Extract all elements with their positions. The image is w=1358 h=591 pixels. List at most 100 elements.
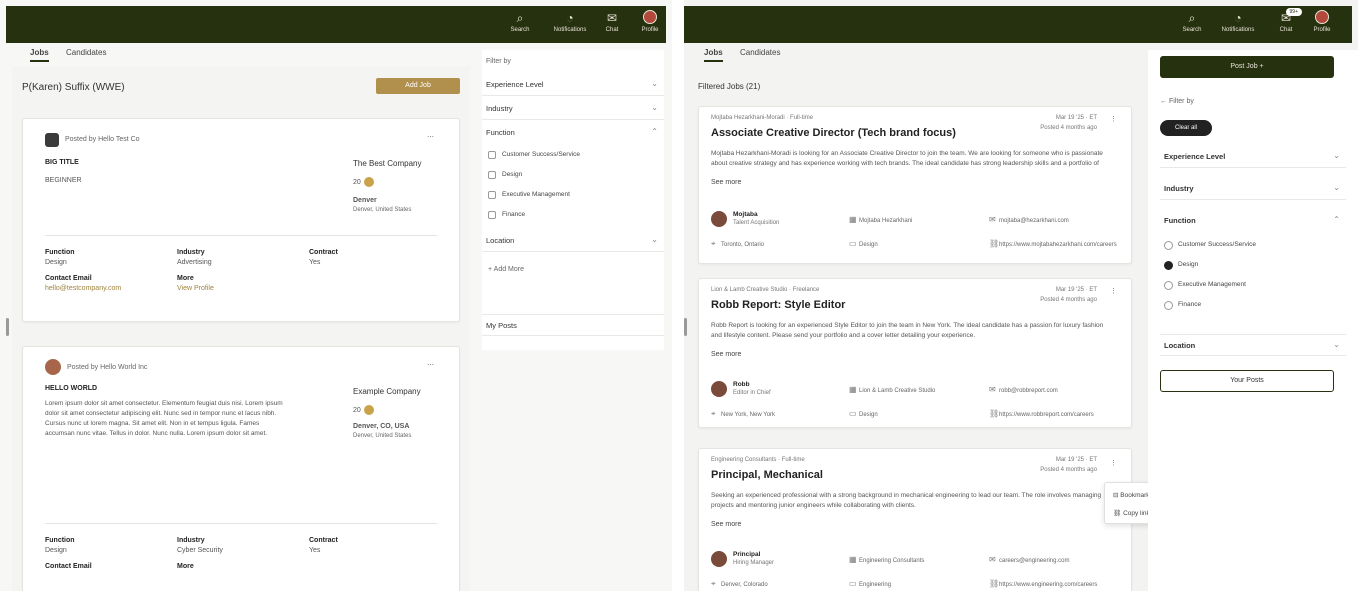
tab-bar: Jobs Candidates: [24, 46, 224, 64]
filter-function[interactable]: Function ⌃: [1160, 210, 1346, 232]
job-description: Robb Report is looking for an experience…: [711, 322, 1104, 339]
briefcase-icon: ▭: [849, 579, 857, 588]
menu-item-bookmark[interactable]: ⊟ Bookmark: [1113, 491, 1150, 499]
email-field[interactable]: ✉ robb@robbreport.com: [989, 385, 1058, 394]
email-field[interactable]: ✉ careers@engineering.com: [989, 555, 1069, 564]
resize-handle[interactable]: [6, 318, 9, 336]
map-pin-icon: ⌖: [711, 409, 716, 418]
job-description: Seeking an experienced professional with…: [711, 492, 1102, 509]
radio-button[interactable]: [1164, 261, 1173, 270]
job-card[interactable]: Posted by Hello Test Co ⋯ BIG TITLE BEGI…: [22, 118, 460, 322]
search-icon: ⌕: [1188, 11, 1196, 25]
checkbox[interactable]: [488, 211, 496, 219]
more-options-icon[interactable]: ⋮: [1110, 115, 1117, 123]
function-label: Function: [45, 537, 75, 544]
filter-function[interactable]: Function ⌃: [482, 122, 664, 144]
page-title: Filtered Jobs (21): [698, 82, 761, 91]
posted-by: Posted by Hello Test Co: [65, 136, 140, 143]
job-level: BEGINNER: [45, 177, 82, 184]
industry-label: Industry: [177, 537, 205, 544]
job-title[interactable]: Associate Creative Director (Tech brand …: [711, 127, 956, 139]
email-link[interactable]: hello@testcompany.com: [45, 285, 121, 292]
filter-industry[interactable]: Industry ⌄: [1160, 178, 1346, 200]
radio-button[interactable]: [1164, 241, 1173, 250]
function-label: Function: [45, 249, 75, 256]
location-detail: Denver, United States: [353, 433, 412, 439]
divider: [45, 523, 437, 524]
more-options-icon[interactable]: ⋯: [427, 133, 434, 141]
job-company: Engineering Consultants · Full-time: [711, 457, 805, 463]
radio-button[interactable]: [1164, 301, 1173, 310]
more-link[interactable]: View Profile: [177, 285, 214, 292]
job-description: Lorem ipsum dolor sit amet consectetur. …: [45, 400, 283, 437]
job-card[interactable]: Mojtaba Hezarkhani-Moradi · Full-time As…: [698, 106, 1132, 264]
poster-avatar: [711, 211, 727, 227]
rate-value: 20: [353, 406, 361, 414]
nav-chat[interactable]: ✉ Chat: [594, 10, 630, 34]
more-options-icon[interactable]: ⋯: [427, 361, 434, 369]
clear-all-chip[interactable]: Clear all: [1160, 120, 1212, 136]
link-field[interactable]: ⛓https://www.engineering.com/careers: [989, 579, 1129, 588]
checkbox[interactable]: [488, 151, 496, 159]
nav-chat[interactable]: ✉ Chat 99+: [1268, 8, 1304, 34]
building-icon: ▦: [849, 385, 857, 394]
job-title[interactable]: Robb Report: Style Editor: [711, 299, 845, 311]
more-label: More: [177, 563, 194, 570]
email-field[interactable]: ✉ mojtaba@hezarkhani.com: [989, 215, 1069, 224]
nav-profile[interactable]: Profile: [1304, 10, 1340, 34]
see-more-link[interactable]: See more: [711, 351, 741, 358]
see-more-link[interactable]: See more: [711, 179, 741, 186]
tab-jobs[interactable]: Jobs: [30, 48, 49, 62]
filter-experience-level[interactable]: Experience Level ⌄: [482, 74, 664, 96]
filter-industry[interactable]: Industry ⌄: [482, 98, 664, 120]
nav-notifications[interactable]: ◔ Notifications: [552, 10, 588, 34]
filter-location[interactable]: Location ⌄: [1160, 334, 1346, 356]
tab-candidates[interactable]: Candidates: [740, 48, 780, 60]
left-panel: ⌕ Search ◔ Notifications ✉ Chat Profile …: [0, 0, 672, 591]
poster-name: Principal: [733, 551, 761, 558]
add-more-button[interactable]: + Add More: [488, 266, 524, 273]
radio-button[interactable]: [1164, 281, 1173, 290]
your-posts-button[interactable]: Your Posts: [1160, 370, 1334, 392]
checkbox[interactable]: [488, 171, 496, 179]
tab-jobs[interactable]: Jobs: [704, 48, 723, 62]
tab-candidates[interactable]: Candidates: [66, 48, 106, 60]
org-field: ▦ Mojtaba Hezarkhani: [849, 215, 913, 224]
org-field: ▦ Engineering Consultants: [849, 555, 925, 564]
job-card[interactable]: Posted by Hello World Inc ⋯ HELLO WORLD …: [22, 346, 460, 591]
nav-notifications[interactable]: ◔ Notifications: [1220, 10, 1256, 34]
coin-icon: [363, 405, 374, 415]
post-job-button[interactable]: Post Job +: [1160, 56, 1334, 78]
more-options-icon[interactable]: ⋮: [1110, 287, 1117, 295]
add-job-button[interactable]: Add Job: [376, 78, 460, 94]
job-title[interactable]: Principal, Mechanical: [711, 469, 823, 481]
job-date: Mar 19 '25 · ET: [1055, 287, 1097, 293]
job-card[interactable]: Engineering Consultants · Full-time Prin…: [698, 448, 1132, 591]
nav-search[interactable]: ⌕ Search: [502, 10, 538, 34]
contract-label: Contract: [309, 537, 338, 544]
arrow-left-icon: ←: [1160, 98, 1169, 105]
menu-item-copy-link[interactable]: ⛓ Copy link: [1113, 509, 1150, 517]
job-posted-ago: Posted 4 months ago: [1040, 467, 1097, 473]
link-field[interactable]: ⛓https://www.robbreport.com/careers: [989, 409, 1129, 418]
job-title: HELLO WORLD: [45, 385, 98, 392]
filter-heading: ← Filter by: [1160, 98, 1194, 105]
resize-handle[interactable]: [684, 318, 687, 336]
nav-search[interactable]: ⌕ Search: [1174, 10, 1210, 34]
filter-experience-level[interactable]: Experience Level ⌄: [1160, 146, 1346, 168]
my-posts-link[interactable]: My Posts: [482, 314, 664, 336]
job-card[interactable]: Lion & Lamb Creative Studio · Freelance …: [698, 278, 1132, 428]
mail-icon: ✉: [989, 385, 996, 394]
rate-value: 20: [353, 178, 361, 186]
see-more-link[interactable]: See more: [711, 521, 741, 528]
filter-location[interactable]: Location ⌄: [482, 230, 664, 252]
link-icon: ⛓: [1113, 510, 1124, 517]
checkbox[interactable]: [488, 191, 496, 199]
more-options-icon[interactable]: ⋮: [1110, 459, 1117, 467]
chevron-down-icon: ⌄: [651, 235, 658, 244]
location-detail: Denver, United States: [353, 207, 412, 213]
nav-profile[interactable]: Profile: [632, 10, 668, 34]
link-field[interactable]: ⛓https://www.mojtabahezarkhani.com/caree…: [989, 239, 1129, 248]
chevron-down-icon: ⌄: [651, 103, 658, 112]
email-label: Contact Email: [45, 275, 92, 282]
